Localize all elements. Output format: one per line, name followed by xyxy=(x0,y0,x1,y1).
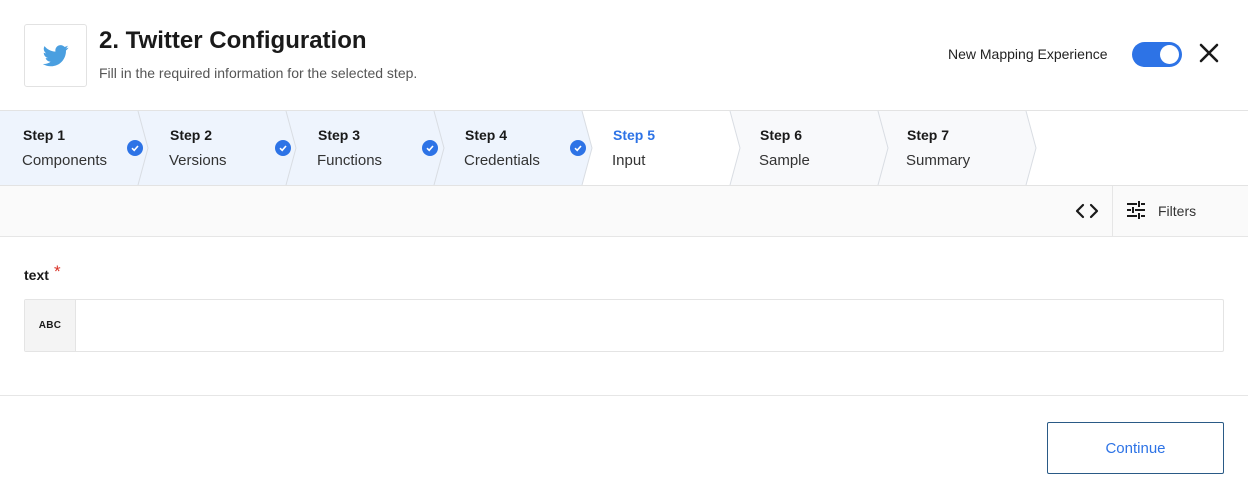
step-title: Step 1 xyxy=(23,127,66,143)
footer-divider xyxy=(0,395,1248,396)
step-input[interactable]: Step 5 Input xyxy=(592,111,740,185)
field-label-text: text xyxy=(24,267,49,283)
toggle-knob xyxy=(1160,45,1179,64)
string-type-badge: ABC xyxy=(25,300,76,351)
page-title: 2. Twitter Configuration xyxy=(99,27,367,54)
step-title: Step 7 xyxy=(907,127,950,143)
step-title: Step 5 xyxy=(613,127,656,143)
step-title: Step 3 xyxy=(318,127,361,143)
check-icon xyxy=(275,140,291,156)
dialog-header: 2. Twitter Configuration Fill in the req… xyxy=(0,0,1248,111)
step-credentials[interactable]: Step 4 Credentials xyxy=(444,111,592,185)
check-icon xyxy=(422,140,438,156)
step-title: Step 2 xyxy=(170,127,213,143)
app-logo xyxy=(24,24,87,87)
step-label: Functions xyxy=(317,152,383,169)
check-icon xyxy=(570,140,586,156)
step-label: Summary xyxy=(906,152,971,169)
step-components[interactable]: Step 1 Components xyxy=(0,111,148,185)
continue-button[interactable]: Continue xyxy=(1047,422,1224,474)
mapping-toggle-label: New Mapping Experience xyxy=(948,46,1108,62)
sliders-icon xyxy=(1127,201,1145,219)
check-icon xyxy=(127,140,143,156)
code-brackets-icon xyxy=(1075,203,1099,219)
step-versions[interactable]: Step 2 Versions xyxy=(148,111,296,185)
mapping-toolbar: Filters xyxy=(0,186,1248,237)
text-field: ABC xyxy=(24,299,1224,352)
step-functions[interactable]: Step 3 Functions xyxy=(296,111,444,185)
step-label: Input xyxy=(612,152,646,169)
filters-button[interactable]: Filters xyxy=(1112,186,1248,236)
mapping-experience-toggle[interactable] xyxy=(1132,42,1182,67)
step-label: Sample xyxy=(759,152,810,169)
page-subtitle: Fill in the required information for the… xyxy=(99,65,418,81)
twitter-bird-icon xyxy=(42,44,69,66)
close-button[interactable] xyxy=(1197,41,1221,65)
step-summary[interactable]: Step 7 Summary xyxy=(888,111,1036,185)
text-input[interactable] xyxy=(77,300,1223,351)
close-icon xyxy=(1199,43,1219,63)
step-sample[interactable]: Step 6 Sample xyxy=(740,111,888,185)
step-label: Credentials xyxy=(464,152,540,169)
step-title: Step 4 xyxy=(465,127,508,143)
filters-label: Filters xyxy=(1158,203,1197,219)
step-label: Components xyxy=(22,152,108,169)
step-progress: Step 1 Components Step 2 Versions Step 3… xyxy=(0,111,1248,186)
step-label: Versions xyxy=(169,152,227,169)
code-view-button[interactable] xyxy=(1062,186,1112,236)
required-marker: * xyxy=(54,262,61,281)
step-title: Step 6 xyxy=(760,127,803,143)
